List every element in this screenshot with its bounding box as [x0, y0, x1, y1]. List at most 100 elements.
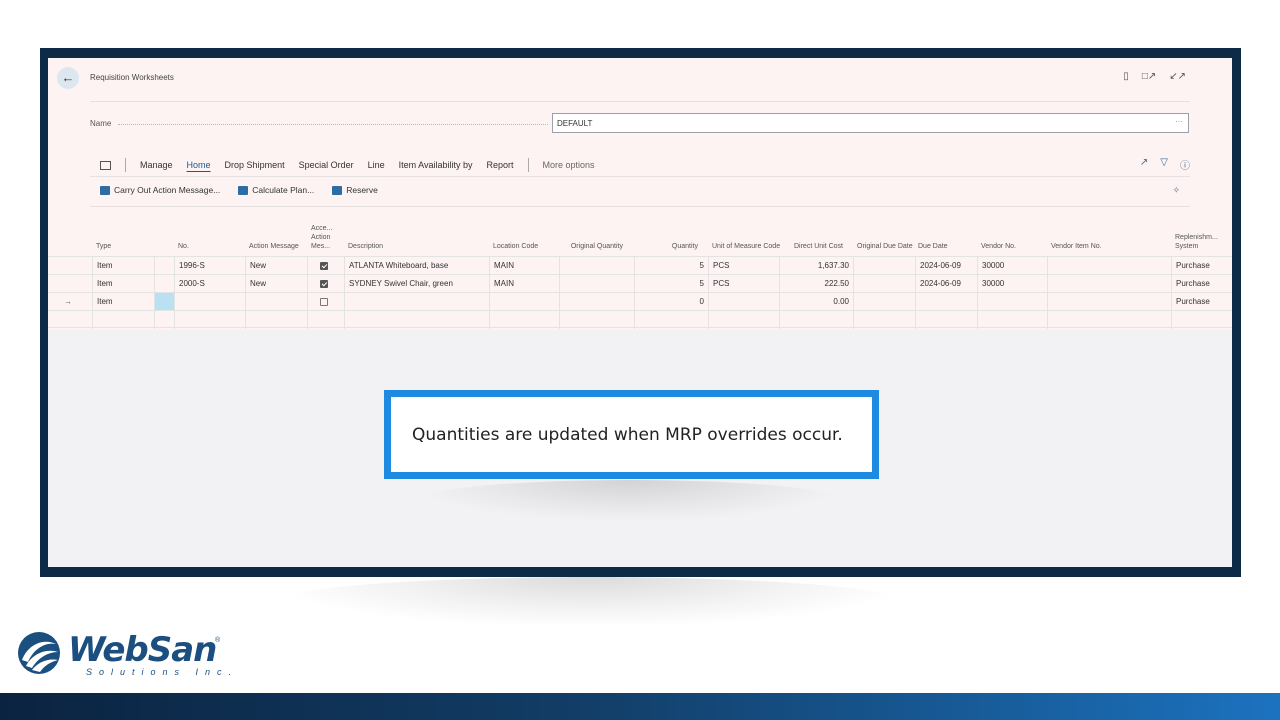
cell-type[interactable]: Item — [92, 293, 154, 311]
accept-checkbox[interactable] — [320, 297, 328, 306]
header-due-date[interactable]: Due Date — [918, 218, 978, 254]
name-field[interactable]: DEFAULT ··· — [552, 113, 1189, 133]
pin-icon[interactable]: ✧ — [1172, 185, 1180, 196]
cell-vendor-item-no[interactable] — [1047, 257, 1171, 275]
cell-empty[interactable] — [154, 311, 174, 329]
header-description[interactable]: Description — [348, 218, 488, 254]
cell-direct-unit-cost[interactable]: 0.00 — [779, 293, 853, 311]
cell-empty[interactable] — [245, 311, 307, 329]
cell-action-message[interactable]: New — [245, 275, 307, 293]
back-button[interactable]: ← — [57, 67, 79, 89]
cell-quantity[interactable]: 5 — [634, 257, 708, 275]
cell-empty[interactable] — [977, 311, 1047, 329]
cell-quantity[interactable]: 5 — [634, 275, 708, 293]
cell-uom[interactable]: PCS — [708, 275, 779, 293]
cell-empty[interactable] — [634, 311, 708, 329]
cell-accept[interactable] — [307, 293, 344, 311]
menu-drop-shipment[interactable]: Drop Shipment — [225, 160, 285, 170]
cell-type[interactable]: Item — [92, 275, 154, 293]
cell-due-date[interactable]: 2024-06-09 — [915, 257, 977, 275]
cell-action-message[interactable] — [245, 293, 307, 311]
header-location[interactable]: Location Code — [493, 218, 563, 254]
cell-empty[interactable] — [915, 311, 977, 329]
cell-empty[interactable] — [344, 311, 489, 329]
header-type[interactable]: Type — [96, 218, 156, 254]
cell-description[interactable]: ATLANTA Whiteboard, base — [344, 257, 489, 275]
menu-home[interactable]: Home — [187, 160, 211, 170]
accept-checkbox[interactable] — [320, 261, 328, 270]
header-direct-unit-cost[interactable]: Direct Unit Cost — [783, 218, 847, 254]
cell-original-quantity[interactable] — [559, 257, 634, 275]
cell-original-due-date[interactable] — [853, 275, 915, 293]
collapse-icon[interactable]: ↙↗ — [1169, 71, 1186, 82]
cell-empty[interactable] — [1171, 311, 1232, 329]
cell-empty[interactable] — [1047, 311, 1171, 329]
header-original-quantity[interactable]: Original Quantity — [563, 218, 627, 254]
accept-checkbox[interactable] — [320, 279, 328, 288]
cell-no[interactable]: 2000-S — [174, 275, 245, 293]
cell-original-due-date[interactable] — [853, 293, 915, 311]
reserve-button[interactable]: Reserve — [332, 185, 378, 195]
open-new-icon[interactable]: □↗ — [1142, 71, 1156, 82]
menu-item-availability[interactable]: Item Availability by — [399, 160, 473, 170]
menu-report[interactable]: Report — [487, 160, 514, 170]
cell-location[interactable] — [489, 293, 559, 311]
cell-location[interactable]: MAIN — [489, 275, 559, 293]
cell-empty[interactable] — [92, 311, 154, 329]
header-uom[interactable]: Unit of Measure Code — [712, 218, 782, 254]
cell-empty[interactable] — [174, 311, 245, 329]
cell-vendor-no[interactable]: 30000 — [977, 257, 1047, 275]
cell-description[interactable] — [344, 293, 489, 311]
cell-description[interactable]: SYDNEY Swivel Chair, green — [344, 275, 489, 293]
cell-accept[interactable] — [307, 257, 344, 275]
header-no[interactable]: No. — [178, 218, 248, 254]
cell-uom[interactable] — [708, 293, 779, 311]
cell-empty[interactable] — [559, 311, 634, 329]
cell-due-date[interactable] — [915, 293, 977, 311]
bookmark-icon[interactable]: ▯ — [1123, 71, 1129, 82]
cell-type[interactable]: Item — [92, 257, 154, 275]
cell-empty[interactable] — [708, 311, 779, 329]
carry-out-action-button[interactable]: Carry Out Action Message... — [100, 185, 220, 195]
header-action-message[interactable]: Action Message — [249, 218, 307, 254]
table-row-empty[interactable] — [48, 310, 1232, 329]
cell-replenishment[interactable]: Purchase — [1171, 293, 1232, 311]
cell-vendor-item-no[interactable] — [1047, 275, 1171, 293]
cell-vendor-no[interactable] — [977, 293, 1047, 311]
cell-replenishment[interactable]: Purchase — [1171, 257, 1232, 275]
cell-original-quantity[interactable] — [559, 275, 634, 293]
cell-uom[interactable]: PCS — [708, 257, 779, 275]
table-row[interactable]: → Item 0 0.00 Purchase — [48, 292, 1232, 311]
cell-vendor-item-no[interactable] — [1047, 293, 1171, 311]
calculate-plan-button[interactable]: Calculate Plan... — [238, 185, 314, 195]
cell-action-message[interactable]: New — [245, 257, 307, 275]
header-accept[interactable]: Acce... Action Mes... — [311, 218, 347, 254]
show-details-icon[interactable] — [100, 160, 111, 170]
header-vendor-item-no[interactable]: Vendor Item No. — [1051, 218, 1171, 254]
header-original-due-date[interactable]: Original Due Date — [857, 218, 917, 254]
cell-no[interactable]: 1996-S — [174, 257, 245, 275]
cell-empty[interactable] — [779, 311, 853, 329]
more-icon[interactable]: ··· — [1175, 117, 1183, 126]
info-icon[interactable]: ⓘ — [1180, 157, 1190, 172]
filter-icon[interactable]: ▽ — [1160, 157, 1168, 172]
cell-no[interactable] — [174, 293, 245, 311]
menu-manage[interactable]: Manage — [140, 160, 173, 170]
cell-due-date[interactable]: 2024-06-09 — [915, 275, 977, 293]
header-vendor-no[interactable]: Vendor No. — [981, 218, 1047, 254]
share-icon[interactable]: ↗ — [1140, 157, 1148, 172]
menu-special-order[interactable]: Special Order — [299, 160, 354, 170]
cell-vendor-no[interactable]: 30000 — [977, 275, 1047, 293]
cell-replenishment[interactable]: Purchase — [1171, 275, 1232, 293]
cell-original-quantity[interactable] — [559, 293, 634, 311]
table-row[interactable]: Item 1996-S New ATLANTA Whiteboard, base… — [48, 256, 1232, 275]
cell-direct-unit-cost[interactable]: 222.50 — [779, 275, 853, 293]
cell-original-due-date[interactable] — [853, 257, 915, 275]
menu-line[interactable]: Line — [368, 160, 385, 170]
cell-empty[interactable] — [307, 311, 344, 329]
cell-empty[interactable] — [853, 311, 915, 329]
more-options-button[interactable]: More options — [543, 160, 595, 170]
cell-selected[interactable] — [154, 293, 174, 311]
header-quantity[interactable]: Quantity — [638, 218, 702, 254]
table-row[interactable]: Item 2000-S New SYDNEY Swivel Chair, gre… — [48, 274, 1232, 293]
